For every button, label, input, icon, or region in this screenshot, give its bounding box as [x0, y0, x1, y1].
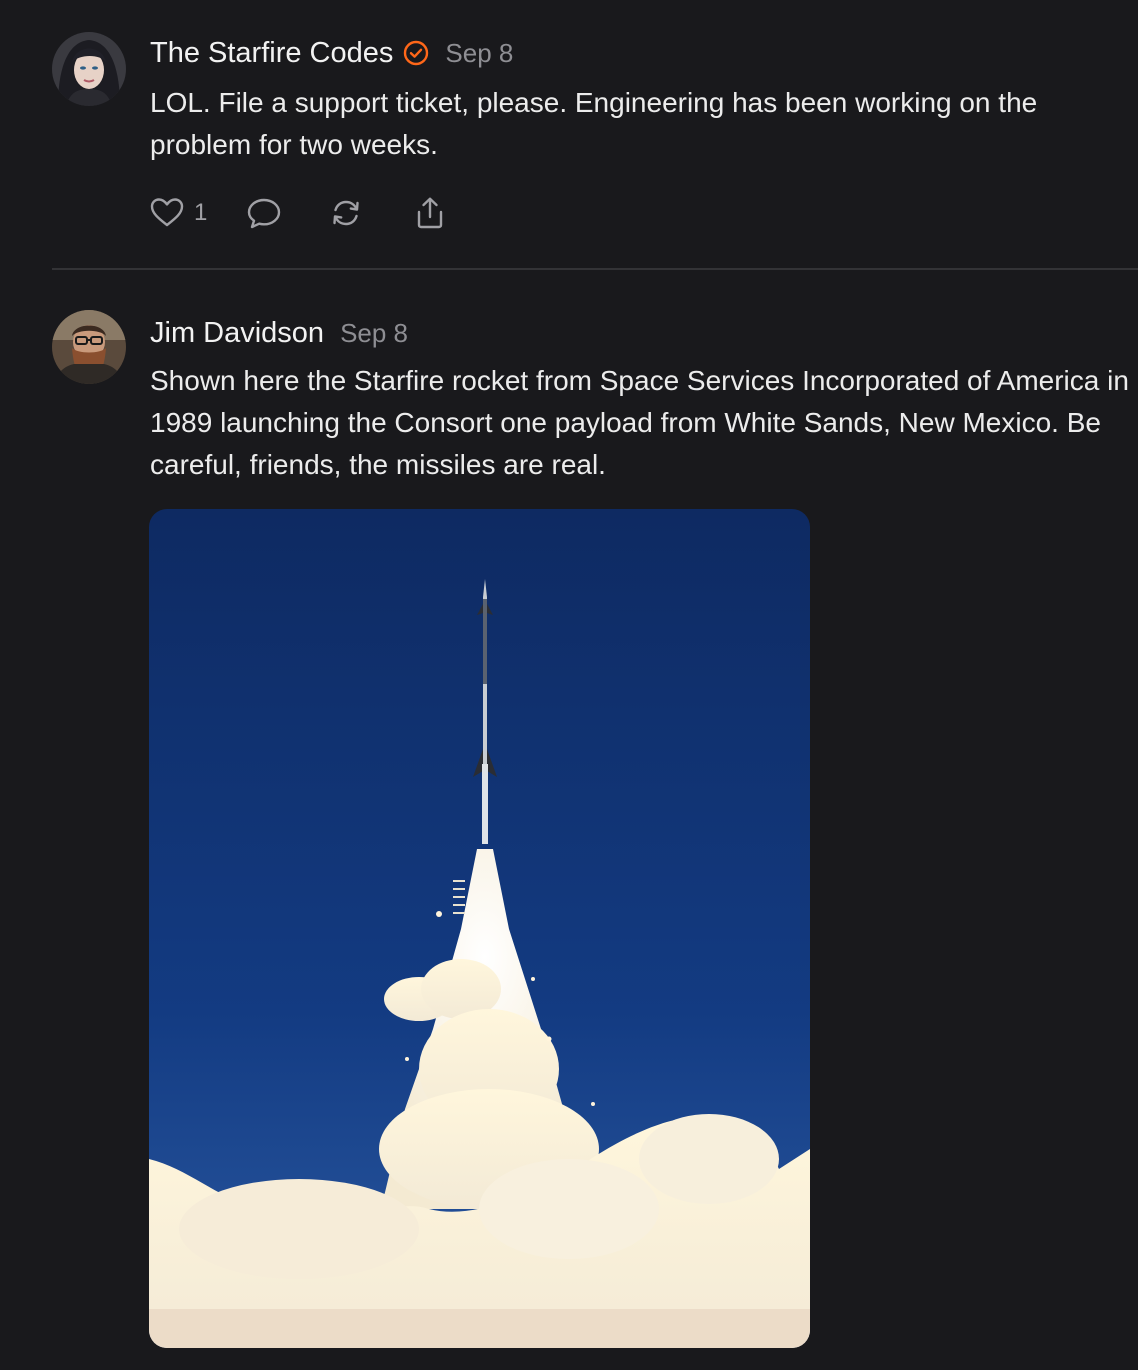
- post-date[interactable]: Sep 8: [445, 34, 513, 72]
- comment-button[interactable]: [245, 194, 283, 232]
- verified-badge-icon: [403, 40, 429, 66]
- notes-feed: The Starfire Codes Sep 8 LOL. File a sup…: [0, 0, 1138, 1370]
- note-header: The Starfire Codes Sep 8: [150, 34, 513, 72]
- avatar[interactable]: [52, 32, 126, 106]
- post-date[interactable]: Sep 8: [340, 314, 408, 352]
- comment-bubble-icon: [245, 194, 283, 232]
- post-image[interactable]: [149, 509, 810, 1348]
- heart-icon: [148, 194, 186, 232]
- author-name[interactable]: The Starfire Codes: [150, 34, 393, 72]
- post-divider: [52, 268, 1138, 270]
- share-icon: [411, 194, 449, 232]
- like-count: 1: [194, 199, 208, 226]
- share-button[interactable]: [411, 194, 449, 232]
- author-name[interactable]: Jim Davidson: [150, 314, 324, 352]
- restack-button[interactable]: [327, 194, 365, 232]
- note-header: Jim Davidson Sep 8: [150, 314, 408, 352]
- note-text: Shown here the Starfire rocket from Spac…: [150, 365, 1129, 480]
- note-text: LOL. File a support ticket, please. Engi…: [150, 87, 1038, 160]
- like-button[interactable]: 1: [148, 194, 207, 232]
- avatar[interactable]: [52, 310, 126, 384]
- note-actions: 1: [148, 194, 449, 232]
- restack-icon: [327, 194, 365, 232]
